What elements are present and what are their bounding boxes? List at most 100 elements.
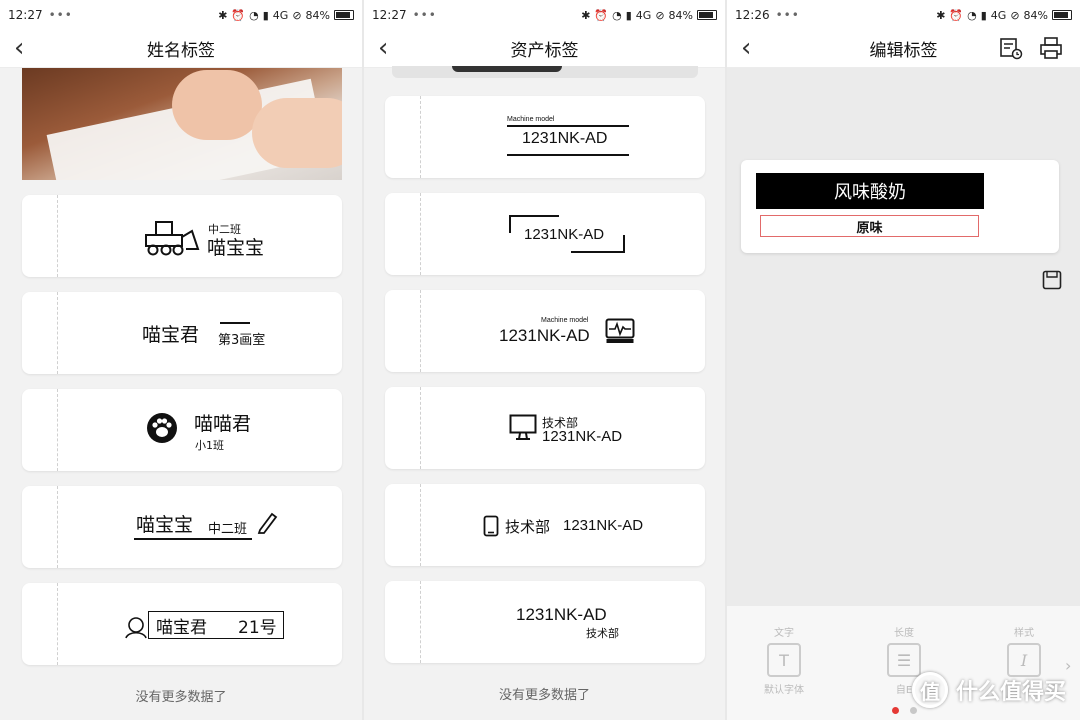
- label-code: 1231NK-AD: [542, 428, 623, 445]
- dnd-icon: ⊘: [1010, 8, 1020, 22]
- template-card[interactable]: Machine model 1231NK-AD: [385, 290, 705, 372]
- monitor-pulse-icon: [605, 318, 635, 343]
- bluetooth-icon: ✱: [581, 8, 591, 22]
- banner-photo-edge: [392, 66, 698, 78]
- status-notification-dots: •••: [48, 8, 73, 22]
- history-icon[interactable]: [999, 36, 1023, 60]
- template-card[interactable]: 喵喵君 小1班: [22, 389, 342, 471]
- template-card[interactable]: 喵宝君 21号: [22, 583, 342, 665]
- status-time: 12:27: [8, 8, 43, 22]
- network-type: 4G: [635, 8, 652, 22]
- pencil-icon: [257, 512, 278, 534]
- watermark: 值 什么值得买: [912, 672, 1066, 708]
- wifi-icon: ◔: [612, 8, 622, 22]
- status-time: 12:27: [372, 8, 407, 22]
- label-code: 1231NK-AD: [524, 226, 605, 243]
- nav-bar: ‹ 姓名标签: [0, 30, 362, 68]
- list-end-text: 没有更多数据了: [498, 688, 590, 703]
- battery-icon: [1052, 10, 1072, 20]
- template-card[interactable]: 技术部 1231NK-AD: [385, 484, 705, 566]
- status-notification-dots: •••: [412, 8, 437, 22]
- divider: [220, 322, 250, 324]
- alarm-icon: ⏰: [949, 8, 964, 22]
- template-card[interactable]: 1231NK-AD 技术部: [385, 581, 705, 663]
- battery-percent: 84%: [1023, 8, 1048, 22]
- alarm-icon: ⏰: [594, 8, 609, 22]
- template-list: 中二班 喵宝宝 喵宝君 第3画室 喵喵君 小1班 喵宝宝 中二班 喵宝君 21号…: [0, 68, 362, 720]
- bluetooth-icon: ✱: [218, 8, 228, 22]
- tool-style[interactable]: 样式 I: [984, 624, 1064, 677]
- signal-icon: ▮: [625, 8, 632, 22]
- tool-length-caption: 长度: [894, 628, 914, 639]
- label-name: 喵宝宝: [207, 237, 265, 259]
- label-name: 喵宝君: [142, 324, 200, 346]
- battery-icon: [697, 10, 717, 20]
- nav-bar: ‹ 编辑标签: [727, 30, 1080, 68]
- label-class: 小1班: [195, 439, 224, 452]
- label-code: 1231NK-AD: [499, 326, 590, 345]
- status-bar: 12:27 ••• ✱ ⏰ ◔ ▮ 4G ⊘ 84%: [0, 0, 362, 30]
- network-type: 4G: [272, 8, 289, 22]
- template-card[interactable]: 1231NK-AD: [385, 193, 705, 275]
- label-preview[interactable]: 风味酸奶 原味: [741, 160, 1059, 253]
- printer-icon[interactable]: [1039, 36, 1063, 60]
- label-text-line2[interactable]: 原味: [760, 215, 979, 237]
- signal-icon: ▮: [980, 8, 987, 22]
- status-notification-dots: •••: [775, 8, 800, 22]
- page-title: 资产标签: [510, 41, 579, 61]
- watermark-logo-icon: 值: [912, 672, 948, 708]
- alarm-icon: ⏰: [231, 8, 246, 22]
- label-code: 1231NK-AD: [516, 605, 607, 624]
- label-caption: Machine model: [507, 116, 555, 123]
- text-format-icon: T: [767, 643, 801, 677]
- label-dept: 技术部: [586, 627, 619, 640]
- label-name: 喵宝宝: [136, 514, 194, 536]
- page-dot[interactable]: [910, 707, 917, 714]
- nav-bar: ‹ 资产标签: [364, 30, 725, 68]
- tool-text[interactable]: 文字 T 默认字体: [744, 624, 824, 696]
- battery-percent: 84%: [668, 8, 693, 22]
- label-room: 第3画室: [218, 333, 266, 348]
- label-text-line1[interactable]: 风味酸奶: [756, 173, 984, 209]
- screen-name-labels: 12:27 ••• ✱ ⏰ ◔ ▮ 4G ⊘ 84% ‹ 姓名标签 中二班 喵宝…: [0, 0, 362, 720]
- label-class: 中二班: [208, 522, 248, 537]
- label-caption: Machine model: [541, 317, 589, 324]
- page-title: 姓名标签: [147, 41, 215, 61]
- tool-text-sub: 默认字体: [764, 685, 804, 696]
- paw-icon: [147, 413, 177, 443]
- wifi-icon: ◔: [249, 8, 259, 22]
- screen-edit-label: 12:26 ••• ✱ ⏰ ◔ ▮ 4G ⊘ 84% ‹ 编辑标签 风味酸奶 原…: [727, 0, 1080, 720]
- underline: [134, 538, 252, 540]
- app-root: 12:27 ••• ✱ ⏰ ◔ ▮ 4G ⊘ 84% ‹ 姓名标签 中二班 喵宝…: [0, 0, 1080, 720]
- battery-icon: [334, 10, 354, 20]
- desktop-computer-icon: [509, 414, 537, 440]
- template-card[interactable]: 喵宝君 第3画室: [22, 292, 342, 374]
- signal-icon: ▮: [262, 8, 269, 22]
- template-list: Machine model 1231NK-AD 1231NK-AD Machin…: [364, 66, 725, 720]
- status-bar: 12:27 ••• ✱ ⏰ ◔ ▮ 4G ⊘ 84%: [364, 0, 725, 30]
- label-dept: 技术部: [505, 518, 551, 536]
- label-code: 1231NK-AD: [522, 130, 608, 147]
- status-time: 12:26: [735, 8, 770, 22]
- page-title: 编辑标签: [869, 41, 938, 61]
- template-card[interactable]: 喵宝宝 中二班: [22, 486, 342, 568]
- dnd-icon: ⊘: [655, 8, 665, 22]
- label-name: 喵喵君: [194, 413, 252, 435]
- back-chevron-icon[interactable]: ‹: [741, 34, 751, 62]
- save-icon[interactable]: [1042, 270, 1062, 290]
- battery-percent: 84%: [305, 8, 330, 22]
- back-chevron-icon[interactable]: ‹: [14, 34, 24, 62]
- bluetooth-icon: ✱: [936, 8, 946, 22]
- watermark-text: 什么值得买: [956, 680, 1067, 705]
- page-dot-active[interactable]: [892, 707, 899, 714]
- bulldozer-icon: [145, 221, 200, 256]
- wifi-icon: ◔: [967, 8, 977, 22]
- template-card[interactable]: Machine model 1231NK-AD: [385, 96, 705, 178]
- dnd-icon: ⊘: [292, 8, 302, 22]
- back-chevron-icon[interactable]: ‹: [378, 34, 388, 62]
- template-card[interactable]: 技术部 1231NK-AD: [385, 387, 705, 469]
- template-card[interactable]: 中二班 喵宝宝: [22, 195, 342, 277]
- person-face-icon: [125, 617, 147, 639]
- phone-icon: [483, 515, 499, 537]
- label-number: 21号: [238, 618, 277, 638]
